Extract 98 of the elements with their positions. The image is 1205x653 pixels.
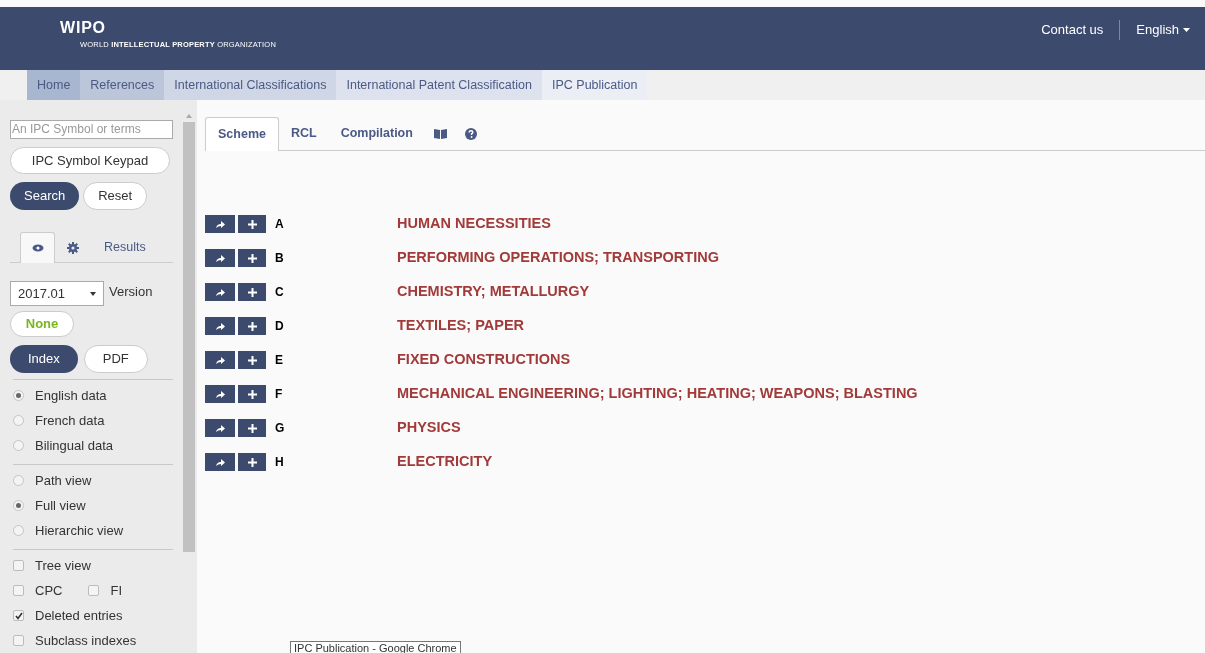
format-button[interactable]: PDF (83, 345, 148, 373)
radio-button[interactable] (13, 475, 24, 486)
section-symbol: A (275, 216, 285, 233)
version-select[interactable]: 2017.01 (10, 281, 104, 307)
breadcrumb-link[interactable]: International Patent Classification (336, 70, 542, 100)
option-label: Bilingual data (35, 436, 114, 455)
caret-icon (1183, 27, 1190, 32)
plus-icon (247, 287, 257, 297)
keypad-button[interactable]: IPC Symbol Keypad (10, 146, 170, 175)
checkbox[interactable] (13, 610, 24, 621)
contact-link[interactable]: Contact us (1041, 20, 1121, 40)
breadcrumb-link[interactable]: IPC Publication (542, 70, 648, 100)
radio-button[interactable] (13, 440, 24, 451)
expand-button[interactable] (238, 351, 266, 369)
help-icon (464, 127, 477, 140)
goto-button[interactable] (205, 317, 235, 335)
option-label: Subclass indexes (35, 631, 137, 650)
option-label: Path view (35, 471, 92, 490)
section-symbol: F (275, 386, 284, 403)
section-title-link[interactable]: CHEMISTRY; METALLURGY (397, 281, 590, 303)
share-arrow-icon (215, 356, 225, 364)
section-title-link[interactable]: ELECTRICITY (397, 451, 493, 473)
expand-button[interactable] (238, 385, 266, 403)
breadcrumb-link[interactable]: References (80, 70, 165, 100)
checkbox[interactable] (88, 585, 100, 596)
section-title-link[interactable]: FIXED CONSTRUCTIONS (397, 349, 571, 371)
expand-button[interactable] (238, 215, 266, 233)
expand-button[interactable] (238, 317, 266, 335)
results-tab[interactable]: Results (90, 232, 160, 264)
section-symbol: D (275, 318, 285, 335)
goto-button[interactable] (205, 419, 235, 437)
language-dropdown[interactable]: English (1136, 20, 1190, 40)
expand-button[interactable] (238, 453, 266, 471)
goto-button[interactable] (205, 283, 235, 301)
share-arrow-icon (215, 254, 225, 262)
section-title-link[interactable]: MECHANICAL ENGINEERING; LIGHTING; HEATING; WEAPONS; BLASTING (397, 383, 918, 405)
option-label: FI (110, 581, 122, 600)
format-button[interactable]: Index (10, 345, 78, 373)
option-label: Tree view (35, 556, 91, 575)
expand-button[interactable] (238, 283, 266, 301)
logo-title: WIPO (60, 20, 107, 36)
radio-button[interactable] (13, 525, 24, 536)
section-symbol: G (275, 420, 286, 437)
section-title-link[interactable]: PHYSICS (397, 417, 461, 439)
option-label: CPC (35, 581, 63, 600)
goto-button[interactable] (205, 249, 235, 267)
expand-button[interactable] (238, 419, 266, 437)
section-title-link[interactable]: TEXTILES; PAPER (397, 315, 525, 337)
section-symbol: B (275, 250, 285, 267)
checkbox[interactable] (13, 585, 24, 596)
search-field[interactable]: An IPC Symbol or terms (10, 120, 173, 139)
option-label: Deleted entries (35, 606, 123, 625)
goto-button[interactable] (205, 453, 235, 471)
section-symbol: C (275, 284, 285, 301)
section-symbol: E (275, 352, 284, 369)
book-icon (433, 128, 447, 139)
radio-button[interactable] (13, 415, 24, 426)
radio-button[interactable] (13, 500, 24, 511)
gear-icon (66, 241, 79, 254)
scheme-tab[interactable]: Compilation (328, 117, 425, 150)
eye-icon (31, 244, 44, 253)
share-arrow-icon (215, 322, 225, 330)
share-arrow-icon (215, 288, 225, 296)
expand-button[interactable] (238, 249, 266, 267)
checkbox[interactable] (13, 635, 24, 646)
share-arrow-icon (215, 458, 225, 466)
section-symbol: H (275, 454, 285, 471)
breadcrumb-link[interactable]: Home (27, 70, 81, 100)
section-title-link[interactable]: PERFORMING OPERATIONS; TRANSPORTING (397, 247, 719, 269)
checkbox[interactable] (13, 560, 24, 571)
plus-icon (247, 219, 257, 229)
caret-icon (90, 291, 96, 296)
section-title-link[interactable]: HUMAN NECESSITIES (397, 213, 551, 235)
breadcrumb-link[interactable]: International Classifications (164, 70, 337, 100)
plus-icon (247, 321, 257, 331)
plus-icon (247, 355, 257, 365)
radio-button[interactable] (13, 390, 24, 401)
plus-icon (247, 457, 257, 467)
search-button[interactable]: Search (10, 182, 80, 211)
goto-button[interactable] (205, 351, 235, 369)
share-arrow-icon (215, 424, 225, 432)
share-arrow-icon (215, 220, 225, 228)
plus-icon (247, 253, 257, 263)
sidebar-tab[interactable] (20, 232, 55, 264)
option-label: English data (35, 386, 107, 405)
version-label: Version (109, 282, 153, 301)
scroll-thumb[interactable] (183, 122, 195, 552)
plus-icon (247, 423, 257, 433)
reset-button[interactable]: Reset (83, 182, 148, 211)
option-label: Full view (35, 496, 86, 515)
goto-button[interactable] (205, 385, 235, 403)
plus-icon (247, 389, 257, 399)
option-label: French data (35, 411, 105, 430)
option-label: Hierarchic view (35, 521, 124, 540)
goto-button[interactable] (205, 215, 235, 233)
share-arrow-icon (215, 390, 225, 398)
scheme-tab[interactable]: Scheme (205, 117, 279, 151)
scheme-tab[interactable]: RCL (278, 117, 329, 150)
